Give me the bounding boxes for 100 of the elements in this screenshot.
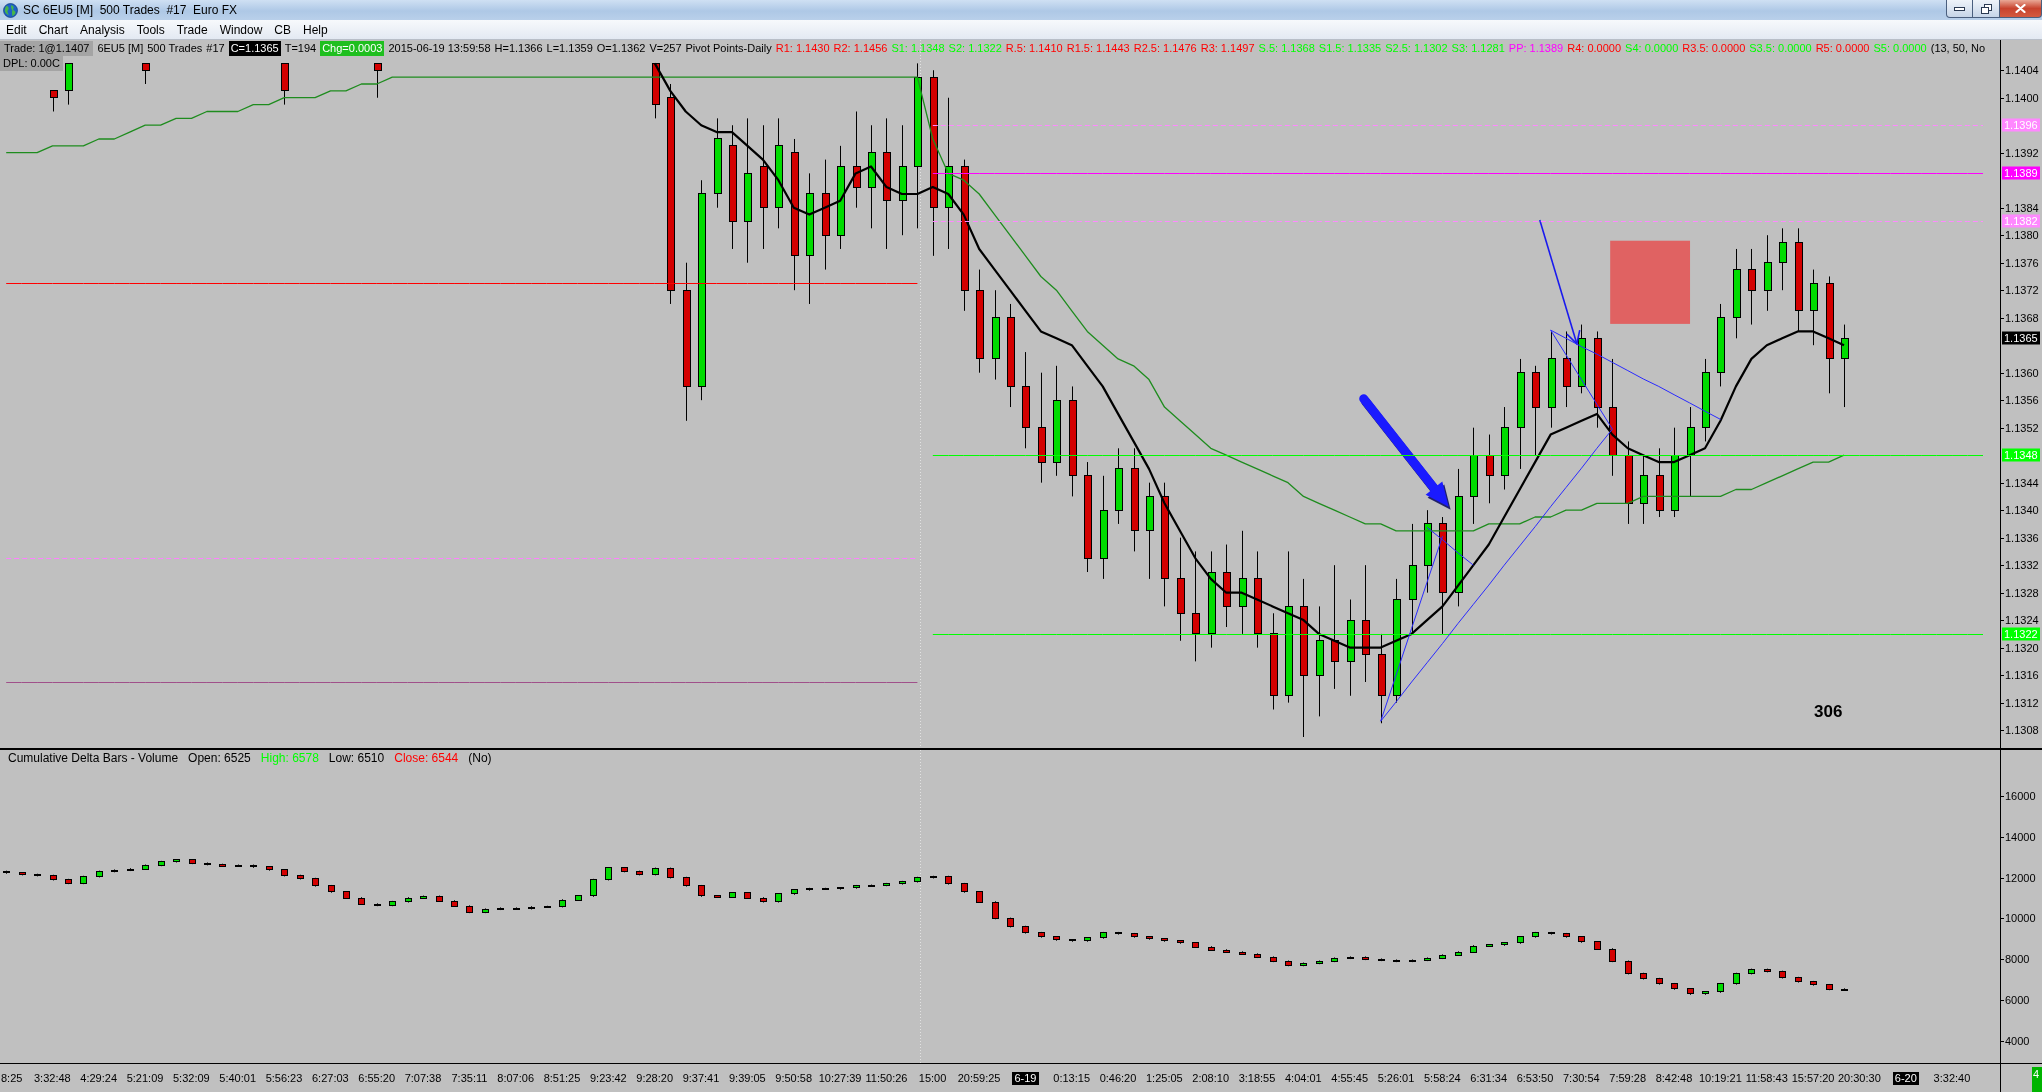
info-text: V=257 [649, 40, 682, 56]
time-label: 9:50:58 [775, 1072, 812, 1085]
axis-label: 1.1368 [2001, 311, 2039, 324]
axis-label: 1.1312 [2001, 696, 2039, 709]
info-text: 6EU5 [M] [97, 40, 144, 56]
time-label: 6:27:03 [312, 1072, 349, 1085]
pivot-value: S1.5: 1.1335 [1318, 40, 1382, 56]
time-label: 4:04:01 [1284, 1072, 1322, 1085]
axis-label: 1.1324 [2001, 614, 2039, 627]
window-title: SC 6EU5 [M] 500 Trades #17 Euro FX [23, 3, 238, 17]
time-label: 0:46:20 [1099, 1072, 1137, 1085]
time-label: 8:51:25 [543, 1072, 581, 1085]
axis-label: 1.1328 [2001, 586, 2039, 599]
time-label: 9:28:20 [636, 1072, 673, 1085]
axis-label: 1.1392 [2001, 146, 2039, 159]
time-label: 7:35:11 [451, 1072, 488, 1085]
study-header-text: (No) [468, 751, 492, 766]
axis-label: 1.1352 [2001, 421, 2039, 434]
time-label: 9:37:41 [682, 1072, 720, 1085]
bar-counter-text: 306 [1814, 702, 1843, 722]
pivot-value: R.5: 1.1410 [1005, 40, 1063, 56]
axis-label: 12000 [2001, 871, 2036, 884]
pivot-value: S5: 0.0000 [1873, 40, 1927, 56]
last-price-marker: 1.1365 [2002, 331, 2040, 345]
axis-label: 1.1356 [2001, 394, 2039, 407]
study-header-text: High: 6578 [260, 751, 319, 766]
pivot-value: R4: 0.0000 [1567, 40, 1622, 56]
info-text: H=1.1366 [494, 40, 543, 56]
study-header-text: Cumulative Delta Bars - Volume [8, 751, 179, 766]
axis-label: 1.1316 [2001, 669, 2039, 682]
price-marker: 1.1322 [2002, 627, 2040, 641]
pivot-value: S4: 0.0000 [1625, 40, 1679, 56]
time-label: 2:08:10 [1192, 1072, 1229, 1085]
axis-label: 1.1384 [2001, 201, 2039, 214]
dpl-text: DPL: 0.00C [0, 56, 63, 71]
time-label: 4:55:45 [1331, 1072, 1368, 1085]
time-label: 8:25 [1, 1072, 23, 1085]
pivot-value: S.5: 1.1368 [1258, 40, 1315, 56]
time-label: 6:53:50 [1516, 1072, 1554, 1085]
info-text: #17 [206, 40, 225, 56]
pivot-value: S2.5: 1.1302 [1385, 40, 1448, 56]
axis-label: 14000 [2001, 830, 2036, 843]
time-label: 7:59:28 [1609, 1072, 1646, 1085]
pivot-value: R2.5: 1.1476 [1133, 40, 1197, 56]
time-label: 11:58:43 [1745, 1072, 1788, 1085]
time-label: 5:26:01 [1377, 1072, 1415, 1085]
time-label: 7:30:54 [1562, 1072, 1600, 1085]
time-label: 9:39:05 [729, 1072, 766, 1085]
time-label: 5:40:01 [219, 1072, 257, 1085]
axis-label: 4000 [2001, 1034, 2030, 1047]
time-label: 6:55:20 [358, 1072, 396, 1085]
info-text: O=1.1362 [596, 40, 646, 56]
time-label: 4:29:24 [80, 1072, 118, 1085]
axis-label: 6000 [2001, 994, 2030, 1007]
price-marker: 1.1348 [2002, 448, 2040, 462]
axis-label: 1.1404 [2001, 64, 2039, 77]
time-label: 6:31:34 [1470, 1072, 1507, 1085]
time-label: 8:07:06 [497, 1072, 535, 1085]
axis-label: 1.1360 [2001, 366, 2039, 379]
axis-label: 1.1336 [2001, 531, 2039, 544]
price-marker: 1.1396 [2002, 118, 2040, 132]
axis-label: 10000 [2001, 912, 2036, 925]
pivot-value: S1: 1.1348 [891, 40, 945, 56]
date-label: 6-19 [1012, 1072, 1039, 1085]
axis-label: 1.1376 [2001, 256, 2039, 269]
info-text: 500 Trades [147, 40, 203, 56]
time-label: 10:19:21 [1698, 1072, 1742, 1085]
pivot-value: R1: 1.1430 [775, 40, 830, 56]
info-text: Pivot Points-Daily [685, 40, 772, 56]
price-marker: 1.1382 [2002, 214, 2040, 228]
time-label: 5:21:09 [126, 1072, 164, 1085]
corner-label: 4 [2032, 1067, 2042, 1092]
pivot-value: S2: 1.1322 [948, 40, 1002, 56]
axis-label: 1.1320 [2001, 641, 2039, 654]
axis-label: 8000 [2001, 953, 2030, 966]
time-label: 0:13:15 [1053, 1072, 1090, 1085]
axis-label: 1.1332 [2001, 559, 2039, 572]
info-text: 2015-06-19 13:59:58 [388, 40, 491, 56]
time-label: 3:32:48 [34, 1072, 71, 1085]
time-label: 20:30:30 [1837, 1072, 1881, 1085]
pivot-value: S3: 1.1281 [1451, 40, 1505, 56]
axis-label: 1.1380 [2001, 229, 2039, 242]
time-label: 11:50:26 [865, 1072, 908, 1085]
date-label: 6-20 [1892, 1072, 1919, 1085]
price-marker: 1.1389 [2002, 166, 2040, 180]
time-label: 3:18:55 [1238, 1072, 1276, 1085]
study-header-text: Low: 6510 [328, 751, 385, 766]
study-settings-text: (13, 50, No [1930, 40, 1986, 56]
pivot-value: R2: 1.1456 [833, 40, 888, 56]
time-label: 10:27:39 [818, 1072, 862, 1085]
axis-label: 1.1372 [2001, 284, 2039, 297]
info-text: T=194 [284, 40, 317, 56]
time-label: 8:42:48 [1655, 1072, 1693, 1085]
axis-label: 16000 [2001, 789, 2036, 802]
study-header-text: Close: 6544 [394, 751, 459, 766]
axis-label: 1.1340 [2001, 504, 2039, 517]
study-header-text: Open: 6525 [188, 751, 251, 766]
pivot-value: PP: 1.1389 [1508, 40, 1564, 56]
time-label: 5:58:24 [1423, 1072, 1461, 1085]
time-label: 15:00 [918, 1072, 947, 1085]
